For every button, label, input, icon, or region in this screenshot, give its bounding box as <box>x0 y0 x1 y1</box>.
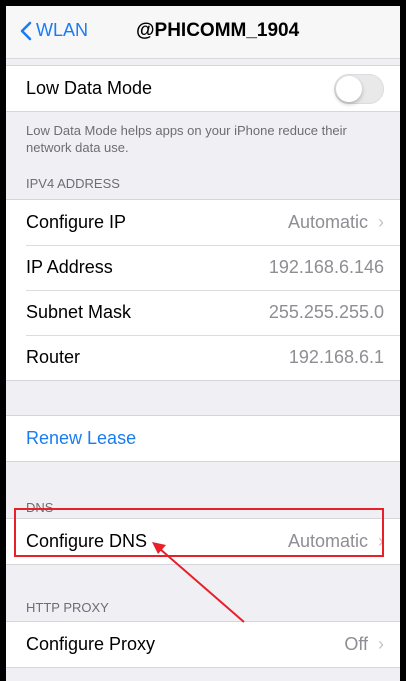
renew-group: Renew Lease <box>6 415 400 462</box>
low-data-toggle[interactable] <box>334 73 384 104</box>
toggle-knob <box>336 75 362 102</box>
row-label: IP Address <box>26 257 113 277</box>
page-title: @PHICOMM_1904 <box>136 20 300 41</box>
subnet-mask-row: Subnet Mask 255.255.255.0 <box>6 290 400 335</box>
renew-lease-button[interactable]: Renew Lease <box>6 416 400 461</box>
chevron-right-icon: › <box>378 634 384 654</box>
low-data-group: Low Data Mode <box>6 65 400 112</box>
router-row: Router 192.168.6.1 <box>6 335 400 380</box>
chevron-left-icon <box>20 21 32 40</box>
wlan-detail-screen: WLAN @PHICOMM_1904 Low Data Mode Low Dat… <box>6 6 400 681</box>
row-label: Subnet Mask <box>26 302 132 322</box>
row-label: Configure Proxy <box>26 634 156 654</box>
back-label: WLAN <box>36 20 89 40</box>
chevron-right-icon: › <box>378 531 384 551</box>
row-label: Configure DNS <box>26 531 148 551</box>
row-value: Automatic <box>287 531 368 551</box>
configure-proxy-row[interactable]: Configure Proxy Off › <box>6 622 400 667</box>
row-label: Configure IP <box>26 212 127 232</box>
dns-section-header: DNS <box>26 500 54 515</box>
row-value: 192.168.6.1 <box>288 347 384 367</box>
ip-address-row: IP Address 192.168.6.146 <box>6 245 400 290</box>
proxy-group: Configure Proxy Off › <box>6 621 400 668</box>
configure-dns-row[interactable]: Configure DNS Automatic › <box>6 519 400 564</box>
low-data-label: Low Data Mode <box>26 78 153 98</box>
row-value: Off <box>344 634 368 654</box>
renew-lease-label: Renew Lease <box>26 428 137 448</box>
row-label: Router <box>26 347 81 367</box>
low-data-row: Low Data Mode <box>6 66 400 111</box>
ipv4-section-header: IPV4 ADDRESS <box>26 176 120 191</box>
chevron-right-icon: › <box>378 212 384 232</box>
row-value: 255.255.255.0 <box>268 302 384 322</box>
dns-group: Configure DNS Automatic › <box>6 518 400 565</box>
ipv4-group: Configure IP Automatic › IP Address 192.… <box>6 199 400 381</box>
navigation-bar: WLAN @PHICOMM_1904 <box>6 6 400 59</box>
row-value: Automatic <box>287 212 368 232</box>
row-value: 192.168.6.146 <box>268 257 384 277</box>
back-button[interactable]: WLAN <box>20 20 88 41</box>
configure-ip-row[interactable]: Configure IP Automatic › <box>6 200 400 245</box>
low-data-footnote: Low Data Mode helps apps on your iPhone … <box>26 123 347 155</box>
proxy-section-header: HTTP PROXY <box>26 600 109 615</box>
